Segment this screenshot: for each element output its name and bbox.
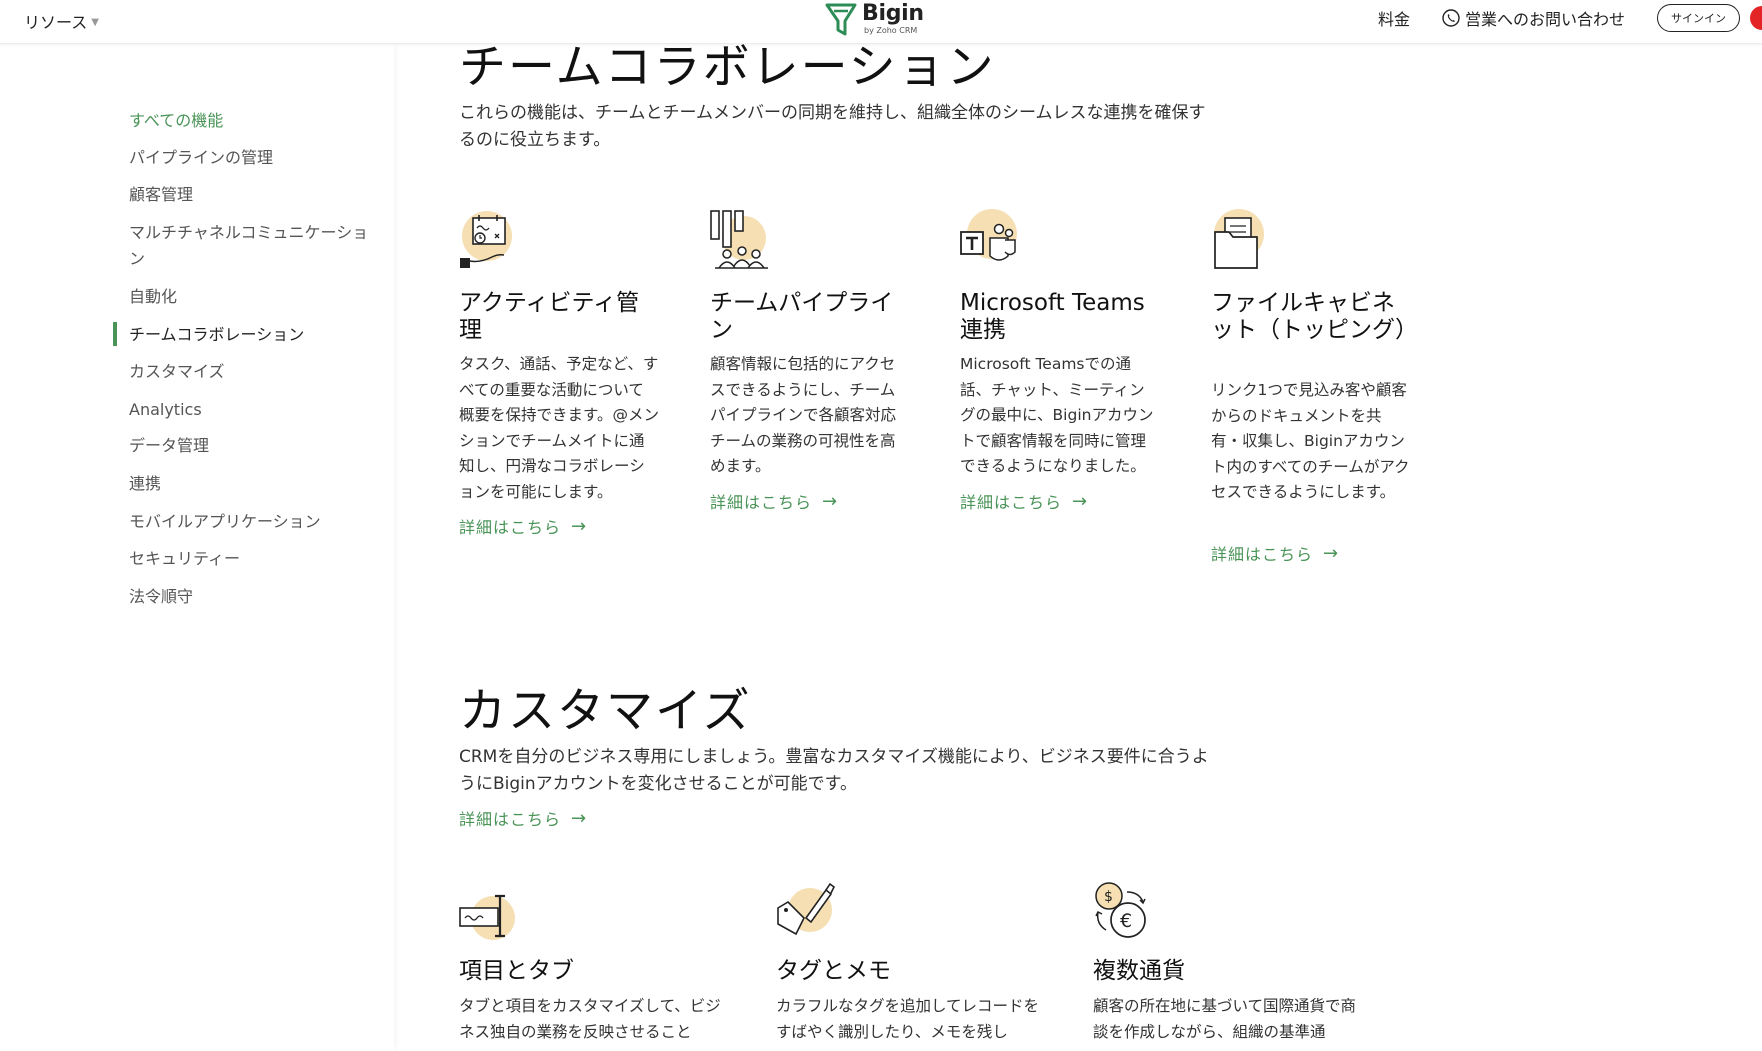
card-title: ファイルキャビネット（トッピング） (1211, 290, 1418, 343)
sidebar-item-integration[interactable]: 連携 (129, 471, 369, 497)
logo-subtitle: by Zoho CRM (864, 26, 918, 35)
resources-label: リソース (24, 13, 88, 32)
signin-button[interactable]: サインイン (1657, 4, 1740, 32)
card-text: カラフルなタグを追加してレコードをすばやく識別したり、メモを残し (776, 997, 1040, 1041)
file-cabinet-icon (1214, 209, 1264, 269)
sidebar-item-security[interactable]: セキュリティー (129, 546, 369, 572)
top-header: リソース ▼ Bigin by Zoho CRM 料金 営業へのお問い合わせ サ… (0, 0, 1762, 44)
phone-icon (1442, 9, 1460, 27)
arrow-right-icon: → (571, 807, 588, 829)
sidebar-item-customize[interactable]: カスタマイズ (129, 359, 369, 385)
fields-tabs-icon (459, 894, 515, 940)
sidebar-item-analytics[interactable]: Analytics (129, 397, 369, 423)
card-text: 顧客の所在地に基づいて国際通貨で商談を作成しながら、組織の基準通 (1093, 997, 1357, 1041)
customize-section-description: CRMを自分のビジネス専用にしましょう。豊富なカスタマイズ機能により、ビジネス要… (459, 747, 1209, 794)
contact-sales-label: 営業へのお問い合わせ (1464, 10, 1625, 29)
team-section-description: これらの機能は、チームとチームメンバーの同期を維持し、組織全体のシームレスな連携… (459, 103, 1206, 150)
customize-section-title: カスタマイズ (459, 684, 752, 739)
card-text: タブと項目をカスタマイズして、ビジネス独自の業務を反映させること (459, 997, 721, 1041)
resources-menu[interactable]: リソース ▼ (24, 9, 99, 33)
sidebar-active-indicator (113, 322, 117, 346)
card-title: 複数通貨 (1093, 958, 1185, 984)
tag-pen-icon (777, 882, 836, 936)
arrow-right-icon: → (1323, 542, 1340, 564)
arrow-right-icon: → (571, 515, 588, 537)
card-title: Microsoft Teams連携 (960, 290, 1145, 343)
card-text: タスク、通話、予定など、すべての重要な活動について概要を保持できます。@メンショ… (459, 355, 659, 501)
pricing-link[interactable]: 料金 (1378, 6, 1410, 30)
sidebar-item-automation[interactable]: 自動化 (129, 284, 369, 310)
card-title: 項目とタブ (459, 958, 574, 984)
bigin-logo[interactable]: Bigin by Zoho CRM (824, 0, 924, 38)
contact-sales-link[interactable]: 営業へのお問い合わせ (1442, 6, 1625, 30)
sidebar-item-compliance[interactable]: 法令順守 (129, 584, 369, 610)
card-text: リンク1つで見込み客や顧客からのドキュメントを共有・収集し、Biginアカウント… (1211, 381, 1410, 501)
team-pipeline-icon (710, 210, 768, 269)
activity-calendar-icon (460, 211, 512, 268)
microsoft-teams-icon (960, 209, 1017, 261)
bigin-logo-icon (825, 3, 857, 36)
card-title: チームパイプライン (710, 290, 894, 343)
learn-more-link[interactable]: 詳細はこちら → (1211, 541, 1339, 565)
arrow-right-icon: → (1072, 490, 1089, 512)
card-title: タグとメモ (776, 958, 891, 984)
learn-more-link[interactable]: 詳細はこちら → (960, 489, 1088, 513)
sidebar-item-all-features[interactable]: すべての機能 (129, 108, 369, 134)
card-title: アクティビティ管理 (459, 290, 640, 343)
arrow-right-icon: → (822, 490, 839, 512)
signup-button-edge[interactable] (1750, 6, 1762, 30)
sidebar-item-pipeline[interactable]: パイプラインの管理 (129, 145, 369, 171)
card-text: 顧客情報に包括的にアクセスできるようにし、チームパイプラインで各顧客対応チームの… (710, 355, 897, 475)
logo-name: Bigin (862, 1, 924, 26)
sidebar-item-data[interactable]: データ管理 (129, 433, 369, 459)
learn-more-link[interactable]: 詳細はこちら → (710, 489, 838, 513)
learn-more-link[interactable]: 詳細はこちら → (459, 806, 587, 830)
sidebar-item-team-collab[interactable]: チームコラボレーション (129, 322, 369, 348)
currency-exchange-icon: $ € (1095, 882, 1146, 938)
sidebar-item-mobile[interactable]: モバイルアプリケーション (129, 509, 369, 535)
sidebar-item-multichannel[interactable]: マルチチャネルコミュニケーション (129, 220, 369, 272)
svg-text:€: € (1120, 910, 1132, 932)
card-text: Microsoft Teamsでの通話、チャット、ミーティングの最中に、Bigi… (960, 355, 1154, 475)
svg-text:$: $ (1104, 889, 1113, 905)
learn-more-link[interactable]: 詳細はこちら → (459, 514, 587, 538)
sidebar-item-customer[interactable]: 顧客管理 (129, 182, 369, 208)
team-section-title: チームコラボレーション (459, 40, 996, 95)
chevron-down-icon: ▼ (91, 17, 99, 28)
header-nav: 料金 営業へのお問い合わせ サインイン (1378, 0, 1762, 36)
feature-sidebar: すべての機能 パイプラインの管理 顧客管理 マルチチャネルコミュニケーション 自… (0, 44, 394, 1051)
